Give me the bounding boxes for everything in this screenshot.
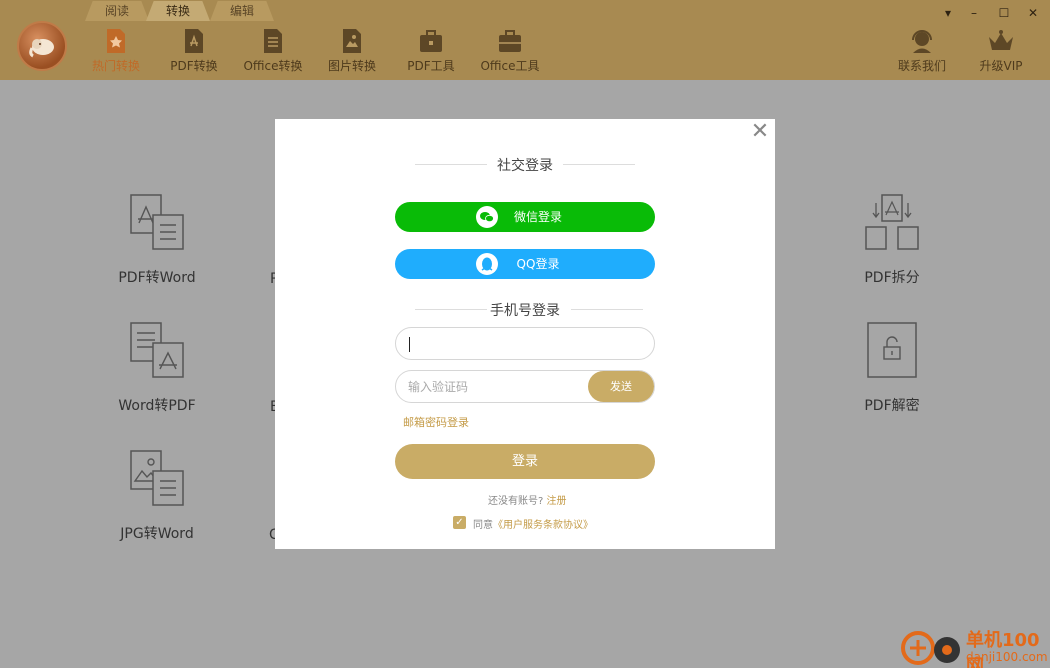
terms-agreement: 同意《用户服务条款协议》 <box>473 516 593 531</box>
hot-doc-icon <box>107 29 125 53</box>
nav-image-convert-label: 图片转换 <box>327 59 376 73</box>
nav-office-tools[interactable]: Office工具 <box>480 28 540 76</box>
upgrade-vip-button[interactable]: 升级VIP <box>975 28 1027 76</box>
nav-office-convert[interactable]: Office转换 <box>242 28 304 76</box>
close-window-button[interactable]: ✕ <box>1025 6 1041 20</box>
register-link[interactable]: 注册 <box>547 496 567 507</box>
jpg-to-word-icon <box>130 450 184 506</box>
tool-jpg-to-word-label: JPG转Word <box>120 526 194 542</box>
phone-login-title: 手机号登录 <box>275 300 775 320</box>
tool-pdf-split-label: PDF拆分 <box>864 270 920 286</box>
image-doc-icon <box>343 29 361 53</box>
phone-number-input[interactable] <box>395 327 655 360</box>
menu-dropdown-button[interactable]: ▾ <box>940 6 956 20</box>
app-logo <box>17 21 67 71</box>
register-prompt: 还没有账号? 注册 <box>488 492 567 507</box>
maximize-button[interactable]: ☐ <box>996 6 1012 20</box>
toolbox-icon <box>499 30 521 52</box>
verification-code-input[interactable] <box>408 371 588 402</box>
headset-icon <box>912 30 932 53</box>
contact-us-label: 联系我们 <box>897 59 946 73</box>
tool-pdf-to-word[interactable]: PDF转Word <box>97 193 217 287</box>
tool-pdf-to-word-label: PDF转Word <box>118 270 196 286</box>
elephant-icon <box>29 39 54 58</box>
terms-link[interactable]: 《用户服务条款协议》 <box>493 520 593 531</box>
watermark-logo-icon <box>901 631 960 665</box>
nav-hot-convert-label: 热门转换 <box>91 59 140 73</box>
pdf-split-icon <box>865 194 919 250</box>
nav-pdf-convert-label: PDF转换 <box>170 59 218 73</box>
wechat-login-label: 微信登录 <box>513 210 562 224</box>
tool-pdf-decrypt[interactable]: PDF解密 <box>832 321 952 415</box>
text-caret <box>409 337 410 352</box>
wechat-icon <box>476 206 498 228</box>
pdf-doc-icon <box>185 29 203 53</box>
tab-convert[interactable]: 转换 <box>146 1 210 21</box>
upgrade-vip-label: 升级VIP <box>979 59 1023 73</box>
nav-pdf-tools-label: PDF工具 <box>407 59 455 73</box>
tool-pdf-split[interactable]: PDF拆分 <box>832 193 952 287</box>
nav-pdf-tools[interactable]: PDF工具 <box>404 28 458 76</box>
office-doc-icon <box>264 29 282 53</box>
qq-login-button[interactable]: QQ登录 <box>395 249 655 279</box>
wechat-login-button[interactable]: 微信登录 <box>395 202 655 232</box>
tab-read[interactable]: 阅读 <box>85 1 149 21</box>
qq-login-label: QQ登录 <box>516 257 560 271</box>
nav-office-tools-label: Office工具 <box>480 59 540 73</box>
social-login-title: 社交登录 <box>275 155 775 175</box>
verification-code-field: 发送 <box>395 370 655 403</box>
nav-office-convert-label: Office转换 <box>243 59 303 73</box>
crown-icon <box>989 30 1013 50</box>
tool-jpg-to-word[interactable]: JPG转Word <box>97 449 217 543</box>
pdf-to-word-icon <box>130 194 184 250</box>
agree-checkbox[interactable]: ✓ <box>453 516 466 529</box>
nav-image-convert[interactable]: 图片转换 <box>325 28 379 76</box>
minimize-button[interactable]: – <box>966 6 982 20</box>
watermark: 单机100网 danji100.com <box>900 626 1050 668</box>
tool-word-to-pdf[interactable]: Word转PDF <box>97 321 217 415</box>
login-dialog: ✕ 社交登录 微信登录 QQ登录 手机号登录 发送 <box>275 119 775 549</box>
toolbox-icon <box>420 30 442 52</box>
watermark-url: danji100.com <box>966 650 1048 664</box>
pdf-unlock-icon <box>867 322 917 378</box>
contact-us-button[interactable]: 联系我们 <box>894 28 950 76</box>
send-code-button[interactable]: 发送 <box>588 371 654 402</box>
word-to-pdf-icon <box>130 322 184 378</box>
nav-hot-convert[interactable]: 热门转换 <box>88 28 144 76</box>
email-password-login-link[interactable]: 邮箱密码登录 <box>403 414 469 430</box>
close-icon[interactable]: ✕ <box>749 121 771 143</box>
tab-edit[interactable]: 编辑 <box>210 1 274 21</box>
qq-icon <box>476 253 498 275</box>
toolbar: 阅读 转换 编辑 热门转换 PDF转换 Office转换 图片转换 PDF工具 … <box>0 0 1050 80</box>
no-account-text: 还没有账号? <box>488 496 544 507</box>
tool-pdf-decrypt-label: PDF解密 <box>864 398 920 414</box>
login-button[interactable]: 登录 <box>395 444 655 479</box>
tool-word-to-pdf-label: Word转PDF <box>118 398 196 414</box>
nav-pdf-convert[interactable]: PDF转换 <box>166 28 222 76</box>
agree-text: 同意 <box>473 520 493 531</box>
